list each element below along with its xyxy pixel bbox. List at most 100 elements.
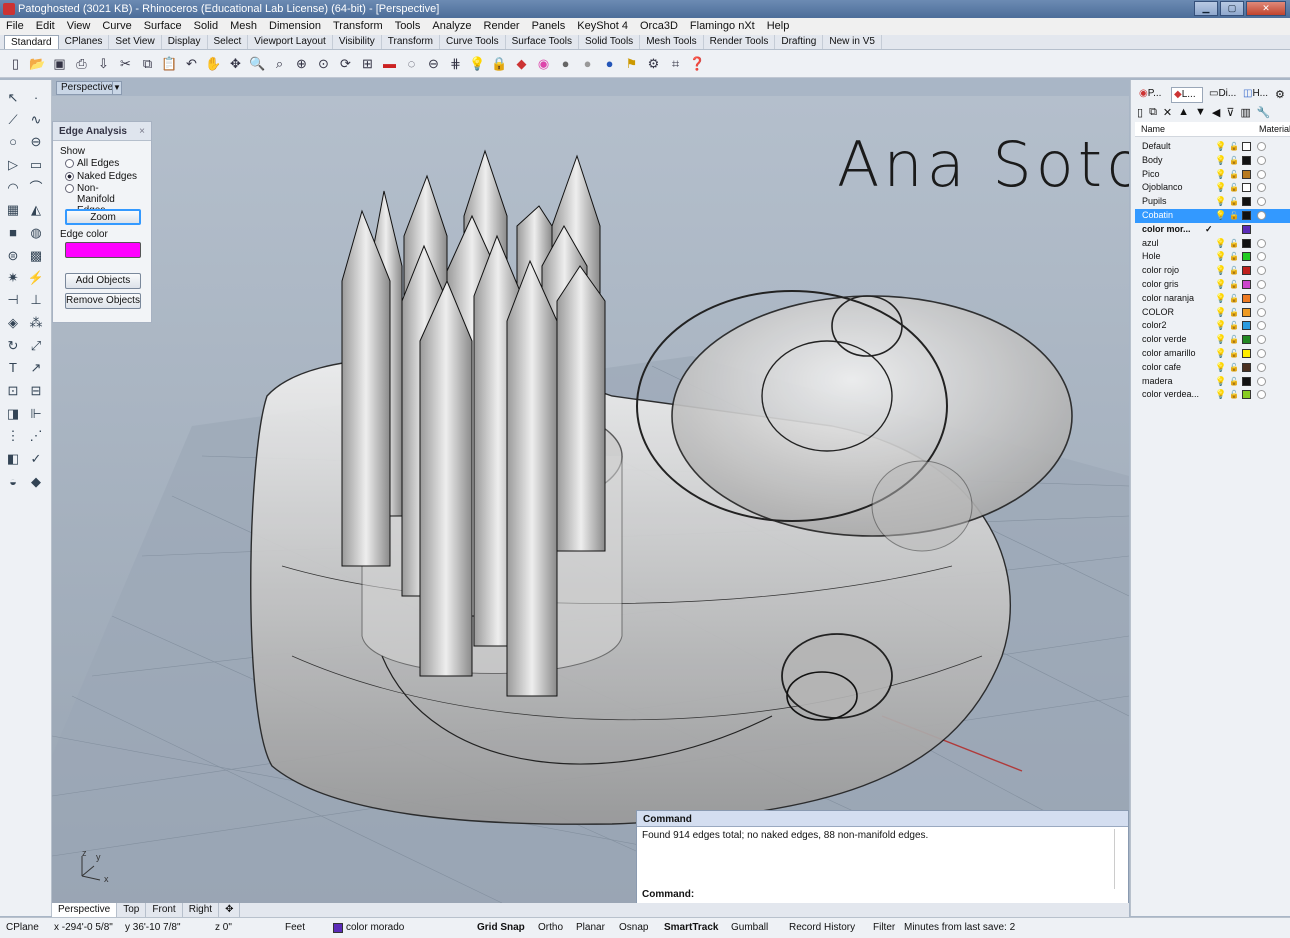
lasso-icon[interactable]: ◌: [402, 54, 421, 73]
tab-curve-tools[interactable]: Curve Tools: [440, 35, 506, 49]
toggle-smarttrack[interactable]: SmartTrack: [664, 922, 718, 933]
chevron-down-icon[interactable]: ▼: [112, 81, 122, 95]
material-icon[interactable]: [1257, 293, 1266, 303]
snap-icon[interactable]: ⌗: [666, 54, 685, 73]
toggle-ortho[interactable]: Ortho: [538, 922, 563, 933]
unlock-icon[interactable]: 🔓: [1229, 140, 1239, 153]
analyze-icon[interactable]: ◨: [3, 404, 23, 424]
menu-solid[interactable]: Solid: [188, 18, 224, 35]
layer-color-swatch[interactable]: [1242, 335, 1251, 345]
paint-icon[interactable]: ◆: [26, 472, 46, 492]
layer-row[interactable]: Pupils 💡 🔓: [1135, 195, 1290, 209]
fillet-icon[interactable]: ⌒: [26, 178, 46, 198]
trash-icon[interactable]: ▥: [1240, 106, 1250, 119]
tab-visibility[interactable]: Visibility: [333, 35, 382, 49]
lightbulb-icon[interactable]: 💡: [1215, 319, 1226, 332]
split-icon[interactable]: ⚡: [26, 268, 46, 288]
lightbulb-icon[interactable]: 💡: [1215, 237, 1226, 250]
menu-view[interactable]: View: [61, 18, 97, 35]
rotate3d-icon[interactable]: ↻: [3, 336, 23, 356]
points-on-icon[interactable]: ⋰: [26, 426, 46, 446]
unlock-icon[interactable]: 🔓: [1229, 154, 1239, 167]
tab-solid-tools[interactable]: Solid Tools: [579, 35, 641, 49]
radio-naked-edges[interactable]: Naked Edges: [65, 171, 137, 182]
tab-set-view[interactable]: Set View: [109, 35, 162, 49]
unlock-icon[interactable]: 🔓: [1229, 347, 1239, 360]
gear-icon[interactable]: ⚙: [644, 54, 663, 73]
filter-icon[interactable]: ⊽: [1226, 106, 1234, 119]
lightbulb-icon[interactable]: 💡: [1215, 347, 1226, 360]
layer-row[interactable]: Default 💡 🔓: [1135, 140, 1290, 154]
close-icon[interactable]: ×: [139, 126, 145, 137]
viewport-label[interactable]: Perspective: [56, 81, 119, 95]
menu-transform[interactable]: Transform: [327, 18, 389, 35]
tab-front[interactable]: Front: [146, 903, 183, 917]
cylinder-icon[interactable]: ⊜: [3, 246, 23, 266]
select-arrow-icon[interactable]: ↖: [3, 88, 23, 108]
copy-icon[interactable]: ⧉: [138, 54, 157, 73]
rotate-icon[interactable]: ⟳: [336, 54, 355, 73]
surface-icon[interactable]: ▦: [3, 200, 23, 220]
layer-color-swatch[interactable]: [1242, 266, 1251, 276]
gear-icon[interactable]: ⚙: [1275, 88, 1285, 101]
layer-row[interactable]: color verdea... 💡 🔓: [1135, 388, 1290, 402]
lock-icon[interactable]: 🔒: [490, 54, 509, 73]
layer-color-swatch[interactable]: [1242, 210, 1251, 220]
array-icon[interactable]: ⁂: [26, 313, 46, 333]
unlock-icon[interactable]: 🔓: [1229, 292, 1239, 305]
layer-row[interactable]: color mor... ✓: [1135, 223, 1290, 237]
material-icon[interactable]: [1257, 238, 1266, 248]
lightbulb-icon[interactable]: 💡: [1215, 264, 1226, 277]
explode-icon[interactable]: ✷: [3, 268, 23, 288]
ellipse-icon[interactable]: ⊖: [26, 132, 46, 152]
menu-orca3d[interactable]: Orca3D: [634, 18, 684, 35]
command-prompt[interactable]: Command:: [642, 889, 694, 900]
four-viewports-icon[interactable]: ⊞: [358, 54, 377, 73]
menu-dimension[interactable]: Dimension: [263, 18, 327, 35]
join-icon[interactable]: ⊥: [26, 290, 46, 310]
menu-flamingo[interactable]: Flamingo nXt: [684, 18, 761, 35]
polyline-icon[interactable]: ⟋: [3, 110, 23, 130]
move-icon[interactable]: ✥: [226, 54, 245, 73]
tab-help[interactable]: ◫H...: [1241, 87, 1271, 103]
lightbulb-icon[interactable]: 💡: [1215, 181, 1226, 194]
layer-row[interactable]: color amarillo 💡 🔓: [1135, 347, 1290, 361]
layer-color-swatch[interactable]: [1242, 142, 1251, 151]
add-objects-button[interactable]: Add Objects: [65, 273, 141, 289]
layer-row[interactable]: Ojoblanco 💡 🔓: [1135, 181, 1290, 195]
print-icon[interactable]: ⎙: [72, 54, 91, 73]
toggle-gumball[interactable]: Gumball: [731, 922, 768, 933]
help-icon[interactable]: ❓: [688, 54, 707, 73]
material-icon[interactable]: [1257, 169, 1266, 179]
tab-right[interactable]: Right: [183, 903, 220, 917]
layer-row[interactable]: Pico 💡 🔓: [1135, 168, 1290, 182]
toggle-grid-snap[interactable]: Grid Snap: [477, 922, 525, 933]
render-mesh-icon[interactable]: ◧: [3, 449, 23, 469]
unlock-icon[interactable]: 🔓: [1229, 168, 1239, 181]
zoom-button[interactable]: Zoom: [65, 209, 141, 225]
menu-surface[interactable]: Surface: [138, 18, 188, 35]
layer-color-swatch[interactable]: [1242, 197, 1251, 207]
layer-row[interactable]: color cafe 💡 🔓: [1135, 361, 1290, 375]
material-icon[interactable]: [1257, 155, 1266, 165]
lightbulb-icon[interactable]: 💡: [1215, 375, 1226, 388]
layer-row[interactable]: Hole 💡 🔓: [1135, 250, 1290, 264]
status-cplane[interactable]: CPlane: [6, 922, 39, 933]
move-up-icon[interactable]: ▲: [1178, 106, 1189, 119]
wrench-icon[interactable]: 🔧: [1257, 106, 1271, 119]
material-icon[interactable]: [1257, 335, 1266, 345]
unlock-icon[interactable]: 🔓: [1229, 250, 1239, 263]
grid-icon[interactable]: ⋕: [446, 54, 465, 73]
lightbulb-icon[interactable]: 💡: [1215, 388, 1226, 401]
layer-color-swatch[interactable]: [1242, 348, 1251, 358]
new-sublayer-icon[interactable]: ⧉: [1149, 106, 1157, 119]
radio-all-edges[interactable]: All Edges: [65, 158, 119, 169]
render-icon[interactable]: ⚑: [622, 54, 641, 73]
import-icon[interactable]: ⇩: [94, 54, 113, 73]
tab-viewport-layout[interactable]: Viewport Layout: [248, 35, 333, 49]
menu-panels[interactable]: Panels: [526, 18, 572, 35]
material-icon[interactable]: [1257, 307, 1266, 317]
color-wheel-icon[interactable]: ◉: [534, 54, 553, 73]
undo-icon[interactable]: ↶: [182, 54, 201, 73]
open-icon[interactable]: 📂: [28, 54, 47, 73]
